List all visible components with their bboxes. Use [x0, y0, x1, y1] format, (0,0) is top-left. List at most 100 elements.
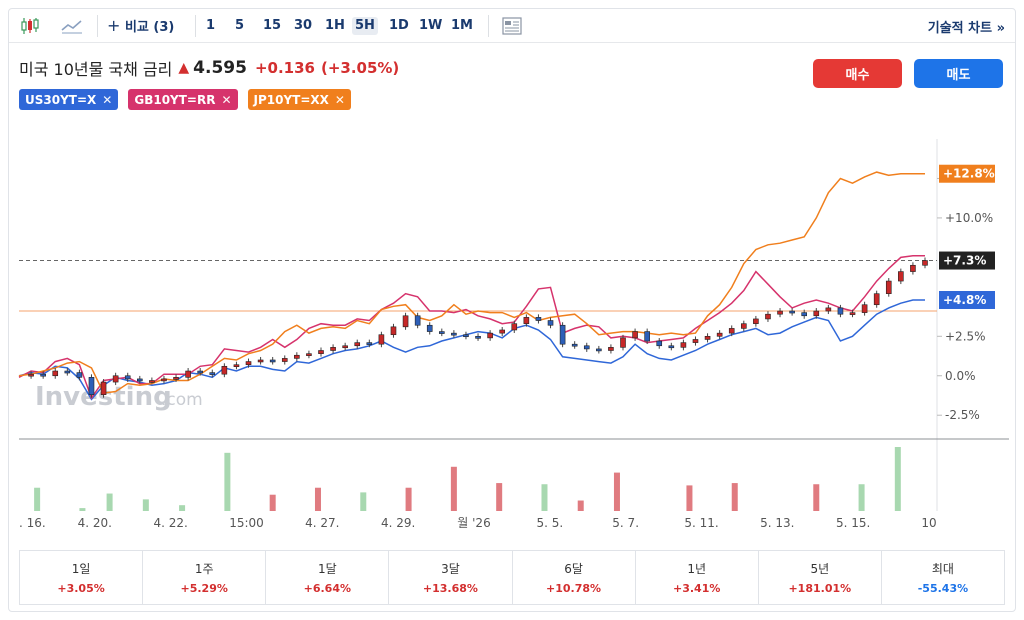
y-tick-label: 0.0% [945, 369, 976, 383]
price-chart[interactable]: Investing.com+12.8%+10.0%+2.5%0.0%-2.5%+… [9, 129, 1015, 539]
candle-body [656, 340, 663, 347]
x-tick-label: 5. 13. [760, 516, 794, 530]
candle-body [898, 271, 904, 282]
sell-button[interactable]: 매도 [914, 59, 1003, 88]
interval-1m[interactable]: 1M [451, 17, 473, 35]
candle-body [885, 280, 892, 294]
news-icon[interactable] [501, 16, 523, 36]
x-tick-label: 5. 5. [536, 516, 563, 530]
toolbar-divider [488, 15, 489, 37]
candlestick-icon[interactable] [19, 16, 41, 36]
perf-period: 1년 [687, 562, 707, 576]
candle-body [873, 293, 880, 306]
perf-cell-3m[interactable]: 3달 +13.68% [389, 551, 513, 604]
candle-body [716, 332, 723, 337]
buy-button[interactable]: 매수 [813, 59, 902, 88]
close-icon[interactable]: ✕ [335, 93, 345, 107]
candle-body [112, 375, 119, 383]
candle-body [149, 380, 155, 383]
perf-period: 3달 [441, 562, 460, 576]
candle-body [825, 307, 832, 312]
candle-body [632, 331, 638, 339]
candle-body [281, 358, 288, 362]
interval-30[interactable]: 30 [294, 17, 312, 35]
perf-cell-1w[interactable]: 1주 +5.29% [143, 551, 267, 604]
last-price: 4.595 [193, 58, 247, 78]
volume-bar [686, 485, 693, 511]
y-tick-label: +10.0% [945, 211, 993, 225]
candle-body [233, 364, 240, 368]
candle-body [414, 315, 421, 326]
volume-bar [813, 484, 820, 511]
candle-body [680, 342, 687, 348]
interval-1d[interactable]: 1D [389, 17, 409, 35]
x-tick-label: 5. 7. [612, 516, 639, 530]
volume-bar [496, 483, 503, 511]
interval-5[interactable]: 5 [235, 17, 244, 35]
candle-body [318, 350, 324, 354]
candle-body [40, 373, 46, 377]
x-tick-label: 15:00 [229, 516, 264, 530]
chip-label: JP10YT=XX [253, 92, 329, 107]
compare-button[interactable]: + 비교 (3) [107, 17, 174, 37]
perf-cell-1y[interactable]: 1년 +3.41% [636, 551, 759, 604]
candle-body [88, 377, 95, 395]
end-label: +12.8% [943, 167, 995, 181]
candle-body [76, 372, 83, 378]
series-line-jp10yt=xx [18, 171, 925, 394]
perf-cell-1m[interactable]: 1달 +6.64% [266, 551, 390, 604]
interval-1[interactable]: 1 [206, 17, 215, 35]
candle-body [330, 347, 336, 351]
candle-body [257, 359, 264, 363]
volume-bar [106, 493, 113, 511]
perf-cell-5y[interactable]: 5년 +181.01% [759, 551, 882, 604]
series-line-gb10yt=rr [18, 255, 925, 400]
watermark-suffix: .com [161, 390, 203, 410]
interval-1w[interactable]: 1W [419, 17, 442, 35]
candle-body [28, 373, 34, 377]
close-icon[interactable]: ✕ [221, 93, 231, 107]
line-chart-icon[interactable] [61, 16, 83, 36]
perf-cell-1d[interactable]: 1일 +3.05% [20, 551, 144, 604]
candle-body [487, 332, 493, 339]
compare-label: 비교 (3) [124, 20, 175, 35]
candle-body [596, 348, 602, 352]
series-line-us30yt=x [18, 299, 925, 401]
candle-body [668, 345, 675, 349]
compare-chip-jp10[interactable]: JP10YT=XX ✕ [247, 89, 351, 110]
compare-chip-us30[interactable]: US30YT=X ✕ [19, 89, 119, 110]
candle-body [294, 354, 300, 359]
candle-body [547, 320, 554, 326]
x-tick-label: 4. 22. [153, 516, 187, 530]
technical-chart-link[interactable]: 기술적 차트 » [928, 17, 1005, 36]
y-tick-label: -2.5% [945, 408, 980, 422]
x-tick-label: . 16. [19, 516, 46, 530]
perf-cell-6m[interactable]: 6달 +10.78% [513, 551, 636, 604]
toolbar-divider [97, 15, 98, 37]
candle-body [197, 370, 203, 374]
volume-bar [34, 487, 41, 511]
candle-body [137, 378, 143, 382]
volume-bar [577, 500, 584, 511]
candle-body [765, 313, 771, 320]
candle-body [269, 359, 276, 363]
price-change-pct: (+3.05%) [320, 59, 400, 77]
chip-label: GB10YT=RR [134, 92, 216, 107]
x-tick-label: 4. 27. [305, 516, 339, 530]
volume-bar [79, 508, 86, 511]
chip-label: US30YT=X [25, 92, 97, 107]
candle-body [499, 329, 506, 334]
volume-bar [858, 484, 865, 511]
candle-body [438, 331, 445, 334]
x-tick-label: 4. 29. [381, 516, 415, 530]
close-icon[interactable]: ✕ [102, 93, 112, 107]
candle-body [740, 323, 747, 329]
interval-15[interactable]: 15 [263, 17, 281, 35]
interval-5h[interactable]: 5H [352, 17, 378, 35]
perf-cell-max[interactable]: 최대 -55.43% [882, 551, 1004, 604]
interval-1h[interactable]: 1H [325, 17, 345, 35]
chart-widget: + 비교 (3) 1 5 15 30 1H 5H 1D 1W 1M 기술적 차트… [8, 8, 1016, 612]
candle-body [728, 328, 735, 334]
compare-chip-gb10[interactable]: GB10YT=RR ✕ [128, 89, 238, 110]
x-tick-label: 5. 11. [684, 516, 718, 530]
